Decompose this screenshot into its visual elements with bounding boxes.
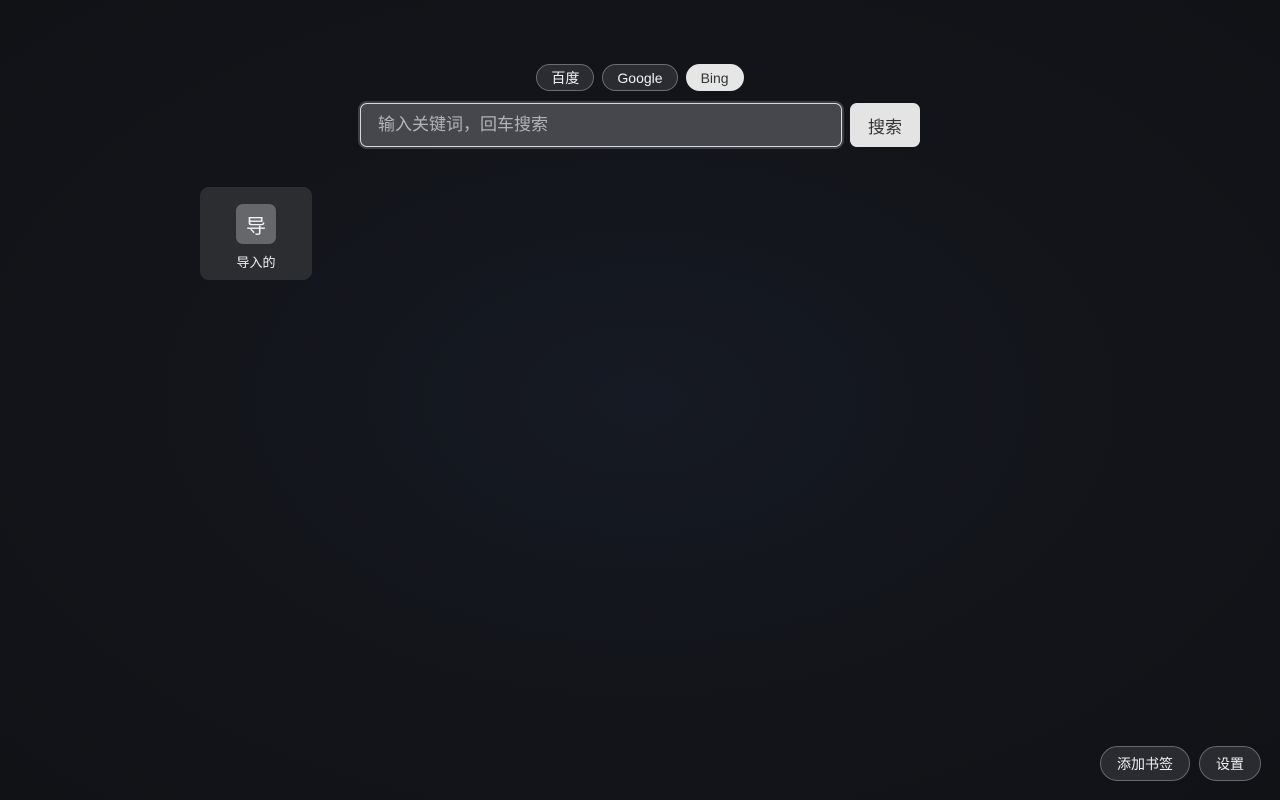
bookmark-folder-imported[interactable]: 导 导入的 (200, 187, 312, 280)
bottom-actions: 添加书签 设置 (1100, 746, 1261, 781)
search-input[interactable] (360, 103, 842, 147)
engine-bing[interactable]: Bing (685, 64, 744, 91)
engine-baidu[interactable]: 百度 (536, 64, 595, 91)
settings-button[interactable]: 设置 (1199, 746, 1261, 781)
search-button[interactable]: 搜索 (850, 103, 920, 147)
bookmark-label: 导入的 (236, 255, 276, 270)
search-engine-selector: 百度 Google Bing (0, 64, 1280, 91)
add-bookmark-button[interactable]: 添加书签 (1100, 746, 1190, 781)
search-bar: 搜索 (360, 103, 920, 147)
engine-google[interactable]: Google (602, 64, 678, 91)
folder-letter-icon: 导 (236, 204, 276, 244)
